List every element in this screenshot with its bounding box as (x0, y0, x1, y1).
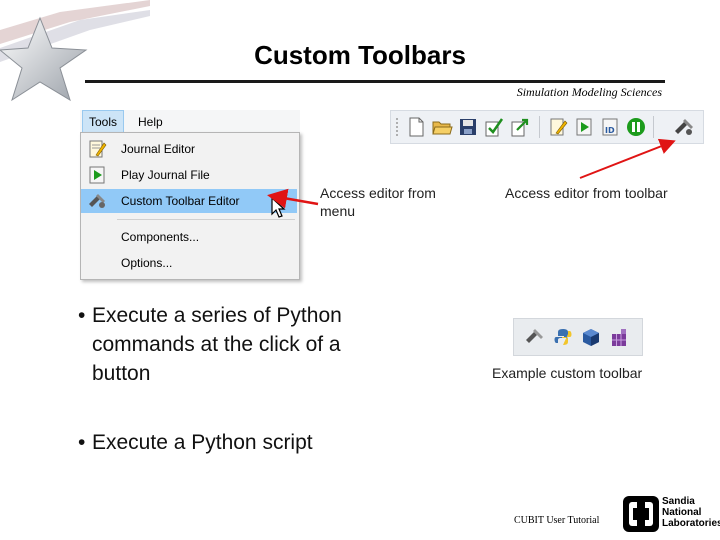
bullet-item: • Execute a Python script (78, 428, 348, 457)
bullet-text: Execute a series of Python commands at t… (92, 304, 342, 385)
callout-arrows (267, 138, 676, 209)
sandia-logo: Sandia National Laboratories (623, 496, 720, 532)
caption-toolbar: Access editor from toolbar (505, 185, 668, 201)
logo-line: Laboratories (662, 518, 720, 529)
arrow-to-toolbar-icon (579, 138, 676, 179)
python-icon[interactable] (552, 326, 574, 348)
bullet-text: Execute a Python script (92, 431, 313, 454)
arrow-to-menu-item (267, 188, 319, 209)
logo-line: Sandia (662, 496, 695, 507)
bullet-item: • Execute a series of Python commands at… (78, 301, 348, 388)
footer-text: CUBIT User Tutorial (514, 515, 600, 526)
caption-menu: Access editor from menu (320, 185, 436, 219)
cube-icon[interactable] (580, 326, 602, 348)
tool-editor-icon[interactable] (524, 326, 546, 348)
mesh-icon[interactable] (608, 326, 630, 348)
bullet-dot: • (78, 304, 86, 327)
sandia-thunderbird-icon (623, 496, 659, 532)
logo-text: Sandia National Laboratories (662, 496, 720, 529)
logo-line: National (662, 507, 702, 518)
bullet-dot: • (78, 431, 86, 454)
example-custom-toolbar (513, 318, 643, 356)
caption-example-toolbar: Example custom toolbar (492, 365, 643, 381)
